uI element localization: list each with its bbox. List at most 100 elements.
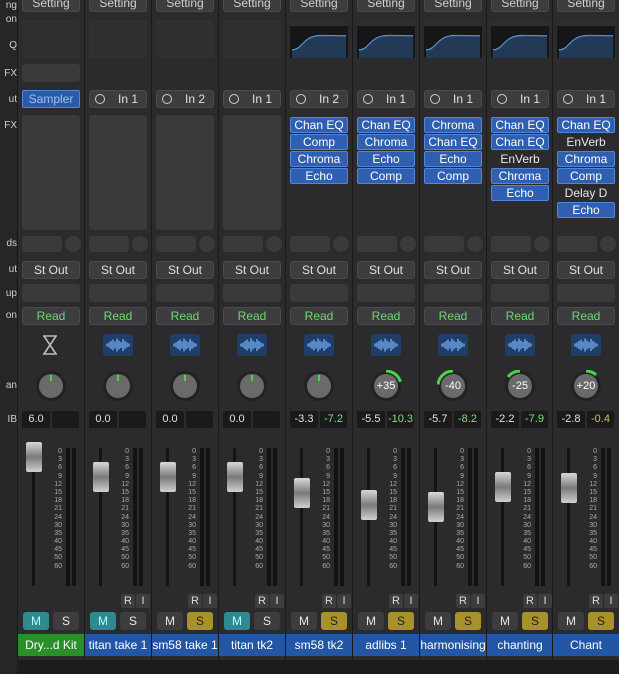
- mute-button[interactable]: M: [291, 612, 317, 630]
- input-slot[interactable]: In 1: [357, 90, 415, 108]
- pan-knob[interactable]: [35, 370, 67, 402]
- input-slot[interactable]: In 1: [491, 90, 549, 108]
- fader[interactable]: 0 3 6 9 12 15 18 21 24 30 35 40 45 50 60: [85, 432, 149, 590]
- mute-button[interactable]: M: [492, 612, 518, 630]
- audio-fx-slot[interactable]: [223, 115, 281, 230]
- audio-fx-slot[interactable]: [89, 115, 147, 230]
- solo-button[interactable]: S: [522, 612, 548, 630]
- solo-button[interactable]: S: [588, 612, 614, 630]
- eq-display[interactable]: [357, 20, 415, 58]
- eq-display[interactable]: [491, 20, 549, 58]
- output-slot[interactable]: St Out: [156, 261, 214, 279]
- send-knob[interactable]: [600, 236, 616, 252]
- input-slot[interactable]: In 1: [557, 90, 615, 108]
- plugin-slot[interactable]: Comp: [424, 168, 482, 184]
- setting-button[interactable]: Setting: [290, 0, 348, 12]
- group-slot[interactable]: [424, 284, 482, 302]
- send-knob[interactable]: [65, 236, 81, 252]
- record-button[interactable]: R: [188, 594, 202, 608]
- plugin-slot[interactable]: Echo: [491, 185, 549, 201]
- automation-mode[interactable]: Read: [89, 307, 147, 325]
- audio-fx-slot[interactable]: [156, 115, 214, 230]
- volume-readout[interactable]: -2.8: [557, 411, 585, 428]
- plugin-slot[interactable]: Chan EQ: [557, 117, 615, 133]
- plugin-slot[interactable]: Chroma: [290, 151, 348, 167]
- plugin-slot[interactable]: Chroma: [357, 134, 415, 150]
- group-slot[interactable]: [156, 284, 214, 302]
- record-button[interactable]: R: [255, 594, 269, 608]
- plugin-slot[interactable]: Chan EQ: [290, 117, 348, 133]
- fader-cap[interactable]: [227, 462, 243, 493]
- pan-knob[interactable]: +20: [570, 369, 602, 402]
- input-slot[interactable]: In 2: [156, 90, 214, 108]
- volume-readout[interactable]: -5.5: [357, 411, 385, 428]
- send-slot[interactable]: [357, 236, 397, 252]
- volume-readout[interactable]: 0.0: [89, 411, 117, 428]
- input-monitor-button[interactable]: I: [538, 594, 552, 608]
- send-knob[interactable]: [333, 236, 349, 252]
- setting-button[interactable]: Setting: [557, 0, 615, 12]
- automation-mode[interactable]: Read: [290, 307, 348, 325]
- automation-mode[interactable]: Read: [557, 307, 615, 325]
- volume-readout[interactable]: 6.0: [22, 411, 50, 428]
- setting-button[interactable]: Setting: [491, 0, 549, 12]
- fader-cap[interactable]: [495, 472, 511, 502]
- fader-cap[interactable]: [294, 478, 310, 508]
- setting-button[interactable]: Setting: [223, 0, 281, 12]
- fader[interactable]: 0 3 6 9 12 15 18 21 24 30 35 40 45 50 60: [286, 432, 350, 590]
- send-slot[interactable]: [89, 236, 129, 252]
- setting-button[interactable]: Setting: [89, 0, 147, 12]
- mute-button[interactable]: M: [23, 612, 49, 630]
- solo-button[interactable]: S: [187, 612, 213, 630]
- setting-button[interactable]: Setting: [156, 0, 214, 12]
- plugin-slot[interactable]: Comp: [290, 134, 348, 150]
- pan-knob[interactable]: [169, 370, 201, 402]
- input-slot[interactable]: In 1: [223, 90, 281, 108]
- setting-button[interactable]: Setting: [424, 0, 482, 12]
- fader-cap[interactable]: [428, 492, 444, 523]
- track-name[interactable]: titan take 1: [85, 634, 151, 656]
- pan-knob[interactable]: +35: [370, 369, 402, 402]
- track-name[interactable]: Chant: [553, 634, 619, 656]
- fader[interactable]: 0 3 6 9 12 15 18 21 24 30 35 40 45 50 60: [219, 432, 283, 590]
- record-button[interactable]: R: [322, 594, 336, 608]
- plugin-slot[interactable]: Chroma: [557, 151, 615, 167]
- plugin-slot[interactable]: Chan EQ: [424, 134, 482, 150]
- input-monitor-button[interactable]: I: [404, 594, 418, 608]
- output-slot[interactable]: St Out: [89, 261, 147, 279]
- plugin-slot[interactable]: Echo: [290, 168, 348, 184]
- group-slot[interactable]: [223, 284, 281, 302]
- eq-display[interactable]: [290, 20, 348, 58]
- solo-button[interactable]: S: [455, 612, 481, 630]
- send-knob[interactable]: [266, 236, 282, 252]
- fader[interactable]: 0 3 6 9 12 15 18 21 24 30 35 40 45 50 60: [152, 432, 216, 590]
- send-knob[interactable]: [132, 236, 148, 252]
- fader-cap[interactable]: [361, 490, 377, 520]
- track-name[interactable]: sm58 take 1: [152, 634, 218, 656]
- plugin-slot[interactable]: Comp: [557, 168, 615, 184]
- output-slot[interactable]: St Out: [557, 261, 615, 279]
- volume-readout[interactable]: 0.0: [156, 411, 184, 428]
- mute-button[interactable]: M: [558, 612, 584, 630]
- group-slot[interactable]: [557, 284, 615, 302]
- output-slot[interactable]: St Out: [357, 261, 415, 279]
- input-monitor-button[interactable]: I: [270, 594, 284, 608]
- automation-mode[interactable]: Read: [156, 307, 214, 325]
- pan-knob[interactable]: [102, 370, 134, 402]
- eq-display[interactable]: [22, 20, 80, 58]
- send-knob[interactable]: [199, 236, 215, 252]
- group-slot[interactable]: [89, 284, 147, 302]
- plugin-slot[interactable]: Comp: [357, 168, 415, 184]
- plugin-slot[interactable]: Chan EQ: [491, 134, 549, 150]
- send-knob[interactable]: [534, 236, 550, 252]
- fader-cap[interactable]: [93, 462, 109, 493]
- record-button[interactable]: R: [456, 594, 470, 608]
- pan-knob[interactable]: -40: [436, 369, 469, 402]
- track-name[interactable]: adlibs 1: [353, 634, 419, 656]
- input-monitor-button[interactable]: I: [604, 594, 618, 608]
- input-slot[interactable]: In 1: [89, 90, 147, 108]
- plugin-slot[interactable]: Chan EQ: [357, 117, 415, 133]
- send-slot[interactable]: [223, 236, 263, 252]
- mute-button[interactable]: M: [425, 612, 451, 630]
- send-slot[interactable]: [156, 236, 196, 252]
